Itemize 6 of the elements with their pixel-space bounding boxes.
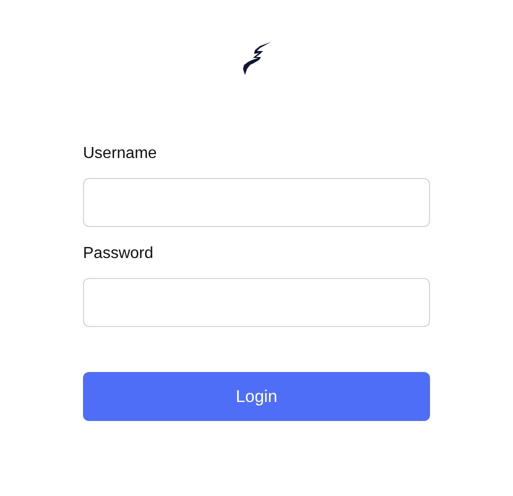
bird-logo-icon	[242, 41, 272, 76]
login-button[interactable]: Login	[83, 372, 430, 421]
field-label: Username	[83, 144, 158, 164]
input-field[interactable]	[83, 278, 430, 327]
input-field[interactable]	[83, 178, 430, 227]
field-label: Password	[83, 244, 154, 264]
